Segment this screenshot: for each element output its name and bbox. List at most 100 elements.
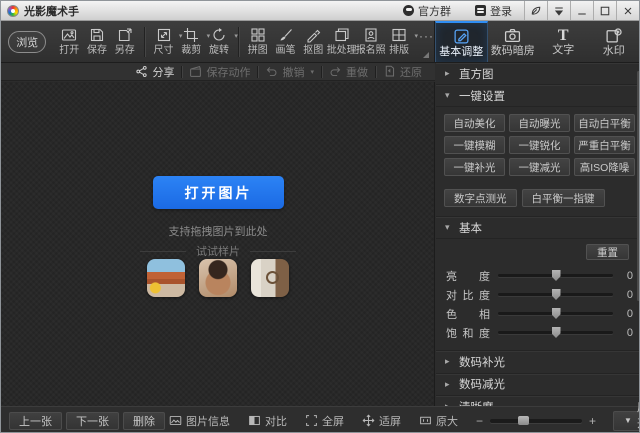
skin-button[interactable] bbox=[524, 1, 547, 20]
tab-digital-darkroom[interactable]: 数码暗房 bbox=[488, 21, 539, 62]
hue-slider-row: 色相 0 bbox=[446, 304, 633, 323]
digital-spot-metering-button[interactable]: 数字点测光 bbox=[444, 189, 517, 207]
chevron-right-icon: ▸ bbox=[445, 379, 453, 390]
brush-button[interactable]: 画笔 bbox=[272, 27, 300, 56]
one-click-dim-button[interactable]: 一键减光 bbox=[509, 158, 570, 176]
saturation-slider-row: 饱和度 0 bbox=[446, 323, 633, 342]
sample-desk-flatlay-thumbnail[interactable] bbox=[251, 259, 289, 297]
basic-adjust-icon bbox=[453, 28, 470, 45]
zoom-in-button[interactable]: + bbox=[589, 414, 596, 428]
restore-button[interactable]: 还原 bbox=[376, 64, 429, 80]
toolbar-expand-corner-icon[interactable] bbox=[423, 52, 429, 58]
rotate-button[interactable]: 旋转 ▾ bbox=[205, 27, 233, 56]
brightness-value: 0 bbox=[621, 270, 633, 282]
share-icon bbox=[135, 65, 148, 78]
next-image-button[interactable]: 下一张 bbox=[66, 412, 119, 430]
status-bar: 上一张 下一张 删除 图片信息 对比 全屏 适屏 原大 − + ▼ bbox=[1, 406, 639, 433]
zoom-out-button[interactable]: − bbox=[476, 414, 483, 428]
close-icon bbox=[622, 5, 634, 17]
close-button[interactable] bbox=[616, 1, 639, 20]
browse-button[interactable]: 浏览 bbox=[8, 31, 46, 53]
slider-thumb[interactable] bbox=[552, 327, 561, 338]
tab-text[interactable]: T 文字 bbox=[538, 21, 589, 62]
toolbar-tools: 浏览 打开 保存 另存 尺寸 ▾ 裁剪 ▾ bbox=[1, 21, 435, 62]
section-clarity[interactable]: ▸ 清晰度 bbox=[436, 396, 640, 406]
restore-icon bbox=[383, 65, 396, 78]
slider-thumb[interactable] bbox=[552, 270, 561, 281]
camera-icon bbox=[504, 27, 521, 44]
samples-title: 试试样片 bbox=[1, 243, 435, 259]
undo-icon bbox=[265, 65, 278, 78]
high-iso-denoise-button[interactable]: 高ISO降噪 bbox=[574, 158, 635, 176]
slider-thumb[interactable] bbox=[552, 308, 561, 319]
one-click-fill-light-button[interactable]: 一键补光 bbox=[444, 158, 505, 176]
crop-button[interactable]: 裁剪 ▾ bbox=[177, 27, 205, 56]
official-group-link[interactable]: 官方群 bbox=[391, 1, 463, 20]
app-logo-icon bbox=[7, 5, 19, 17]
reset-button[interactable]: 重置 bbox=[586, 244, 629, 260]
more-tools-button[interactable]: ··· bbox=[419, 29, 434, 43]
zoom-slider[interactable] bbox=[490, 419, 582, 423]
chevron-down-icon: ▾ bbox=[445, 90, 453, 101]
adjustment-panel: ▸ 直方图 ▾ 一键设置 自动美化 自动曝光 自动白平衡 一键模糊 一键锐化 严… bbox=[436, 63, 640, 406]
redo-button[interactable]: 重做 bbox=[322, 64, 375, 80]
fit-screen-button[interactable]: 适屏 bbox=[362, 413, 401, 429]
resize-button[interactable]: 尺寸 ▾ bbox=[150, 27, 178, 56]
rotate-dropdown-icon[interactable]: ▾ bbox=[234, 32, 238, 40]
saturation-slider[interactable] bbox=[498, 331, 613, 334]
auto-white-balance-button[interactable]: 自动白平衡 bbox=[574, 114, 635, 132]
id-photo-button[interactable]: 报名照 bbox=[356, 27, 385, 56]
one-click-blur-button[interactable]: 一键模糊 bbox=[444, 136, 505, 154]
auto-exposure-button[interactable]: 自动曝光 bbox=[509, 114, 570, 132]
image-info-toggle[interactable]: 图片信息 bbox=[169, 413, 230, 429]
batch-process-button[interactable]: 批处理 bbox=[327, 27, 356, 56]
sample-desert-road-thumbnail[interactable] bbox=[147, 259, 185, 297]
open-image-button[interactable]: 打开图片 bbox=[153, 176, 284, 209]
expand-tray-button[interactable]: ▼ 展开(0) bbox=[613, 411, 640, 431]
compare-toggle[interactable]: 对比 bbox=[248, 413, 287, 429]
qq-group-icon bbox=[403, 5, 414, 16]
actual-size-button[interactable]: 原大 bbox=[419, 413, 458, 429]
delete-image-button[interactable]: 删除 bbox=[123, 412, 165, 430]
zoom-slider-thumb[interactable] bbox=[518, 416, 529, 425]
chevron-right-icon: ▸ bbox=[445, 68, 453, 79]
chevron-right-icon: ▸ bbox=[445, 356, 453, 367]
tab-basic-adjust[interactable]: 基本调整 bbox=[435, 21, 488, 62]
auto-beautify-button[interactable]: 自动美化 bbox=[444, 114, 505, 132]
login-link[interactable]: 登录 bbox=[463, 1, 524, 20]
brightness-slider[interactable] bbox=[498, 274, 613, 277]
section-histogram[interactable]: ▸ 直方图 bbox=[436, 63, 640, 85]
login-icon bbox=[475, 5, 486, 16]
share-button[interactable]: 分享 bbox=[128, 64, 181, 80]
layout-button[interactable]: 排版 ▾ bbox=[385, 27, 413, 56]
layout-dropdown-icon[interactable]: ▾ bbox=[414, 32, 418, 40]
minimize-button[interactable] bbox=[570, 1, 593, 20]
menu-button[interactable] bbox=[547, 1, 570, 20]
section-digital-dim-light[interactable]: ▸ 数码减光 bbox=[436, 374, 640, 397]
one-click-sharpen-button[interactable]: 一键锐化 bbox=[509, 136, 570, 154]
maximize-button[interactable] bbox=[593, 1, 616, 20]
section-one-click-settings[interactable]: ▾ 一键设置 bbox=[436, 85, 640, 107]
cutout-button[interactable]: 抠图 bbox=[299, 27, 327, 56]
severe-white-balance-button[interactable]: 严重白平衡 bbox=[574, 136, 635, 154]
slider-thumb[interactable] bbox=[552, 289, 561, 300]
hue-slider[interactable] bbox=[498, 312, 613, 315]
open-button[interactable]: 打开 bbox=[55, 27, 83, 56]
section-digital-fill-light[interactable]: ▸ 数码补光 bbox=[436, 351, 640, 374]
tab-watermark[interactable]: 水印 bbox=[589, 21, 640, 62]
save-action-button[interactable]: 保存动作 bbox=[182, 64, 257, 80]
white-balance-one-touch-button[interactable]: 白平衡一指键 bbox=[522, 189, 605, 207]
section-basic[interactable]: ▾ 基本 bbox=[436, 217, 640, 239]
previous-image-button[interactable]: 上一张 bbox=[9, 412, 62, 430]
undo-button[interactable]: 撤销 ▾ bbox=[258, 64, 321, 80]
save-as-icon bbox=[117, 27, 133, 43]
login-label: 登录 bbox=[490, 3, 512, 19]
contrast-slider[interactable] bbox=[498, 293, 613, 296]
save-button[interactable]: 保存 bbox=[83, 27, 111, 56]
sample-portrait-thumbnail[interactable] bbox=[199, 259, 237, 297]
fullscreen-button[interactable]: 全屏 bbox=[305, 413, 344, 429]
undo-dropdown-icon[interactable]: ▾ bbox=[310, 68, 314, 76]
save-as-button[interactable]: 另存 bbox=[111, 27, 139, 56]
canvas-area[interactable]: 打开图片 支持拖拽图片到此处 试试样片 bbox=[1, 82, 435, 406]
collage-button[interactable]: 拼图 bbox=[244, 27, 272, 56]
